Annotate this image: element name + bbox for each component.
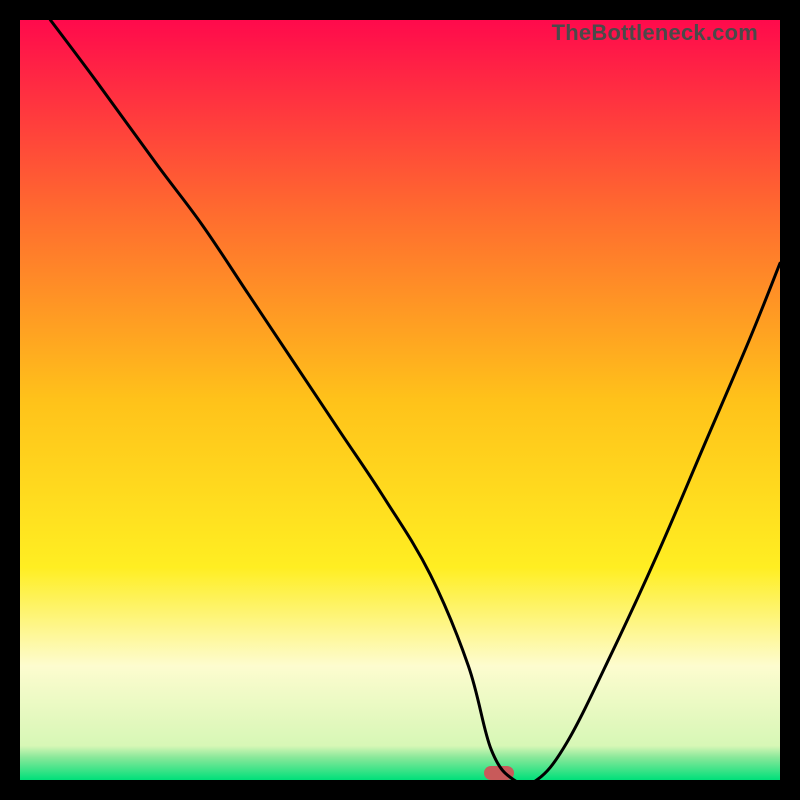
watermark-text: TheBottleneck.com [552,20,758,46]
plot-area: TheBottleneck.com [20,20,780,780]
bottleneck-curve [20,20,780,780]
